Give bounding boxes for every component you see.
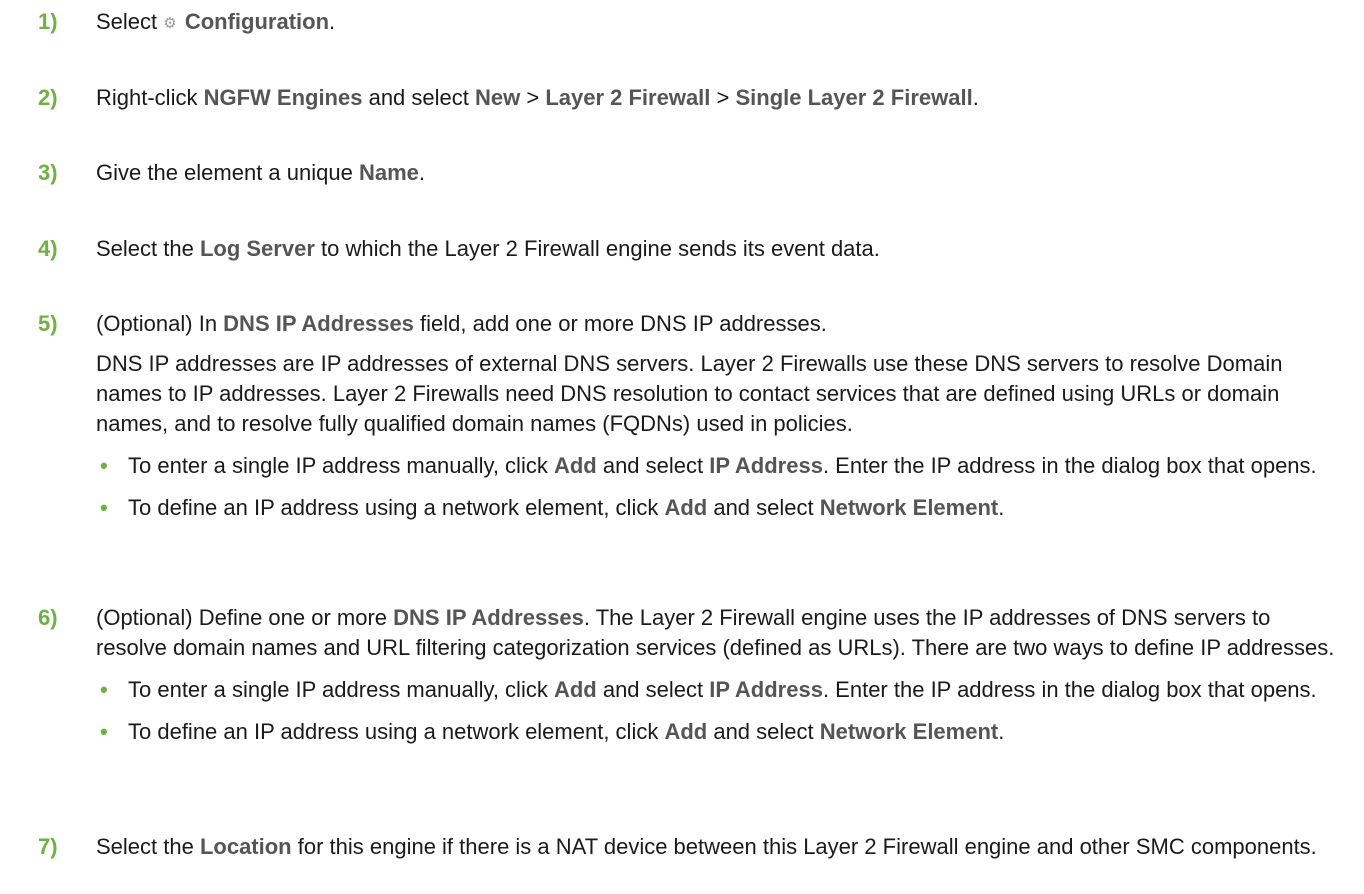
step-text-part: and select: [596, 453, 710, 478]
step-text-part: To enter a single IP address manually, c…: [128, 677, 554, 702]
gear-icon: ⚙: [163, 15, 177, 32]
step-text: Right-click NGFW Engines and select New …: [96, 83, 1340, 113]
bullet-item: • To enter a single IP address manually,…: [96, 675, 1340, 705]
step-text-part: .: [972, 85, 979, 110]
bullet-icon: •: [100, 677, 108, 702]
step-text-part: (Optional) In: [96, 311, 224, 336]
step-text: Select the Log Server to which the Layer…: [96, 234, 1340, 264]
ui-label-add: Add: [553, 453, 597, 478]
ui-label-location: Location: [199, 834, 292, 859]
step-text-part: .: [329, 9, 336, 34]
step-text: Select the Location for this engine if t…: [96, 832, 1340, 862]
ui-label-network-element: Network Element: [819, 719, 999, 744]
step-text-part: .: [998, 719, 1005, 744]
step-text-part: and select: [707, 495, 820, 520]
ui-label-single-layer-2-firewall: Single Layer 2 Firewall: [735, 85, 973, 110]
step-text-part: Select the: [96, 236, 200, 261]
procedure-page: 1) Select ⚙ Configuration. 2) Right-clic…: [0, 0, 1364, 894]
step-text-part: >: [520, 85, 546, 110]
step-text-part: To define an IP address using a network …: [128, 495, 665, 520]
ui-label-dns-ip-addresses: DNS IP Addresses: [393, 605, 584, 630]
step-text-part: and select: [707, 719, 820, 744]
step-text-part: . Enter the IP address in the dialog box…: [822, 453, 1317, 478]
bullet-item: • To enter a single IP address manually,…: [96, 451, 1340, 481]
step-text-part: >: [710, 85, 736, 110]
bullet-list: • To enter a single IP address manually,…: [96, 451, 1340, 523]
step-text-part: .: [418, 160, 425, 185]
step-text-part: To define an IP address using a network …: [128, 719, 665, 744]
step-description: DNS IP addresses are IP addresses of ext…: [96, 351, 1283, 436]
bullet-item: • To define an IP address using a networ…: [96, 493, 1340, 523]
bullet-icon: •: [100, 495, 108, 520]
step-text-part: . Enter the IP address in the dialog box…: [822, 677, 1317, 702]
step-text-part: Give the element a unique: [96, 160, 359, 185]
step-number: 5): [38, 311, 58, 336]
step-text: Select ⚙ Configuration.: [96, 7, 1340, 40]
step-text: (Optional) In DNS IP Addresses field, ad…: [96, 309, 1340, 535]
bullet-list: • To enter a single IP address manually,…: [96, 675, 1340, 747]
ui-label-configuration: Configuration: [184, 9, 330, 34]
step-number: 2): [38, 85, 58, 110]
step-text-part: .: [998, 495, 1005, 520]
bullet-icon: •: [100, 719, 108, 744]
step-text-part: (Optional) Define one or more: [96, 605, 394, 630]
step-text-part: and select: [362, 85, 475, 110]
ui-label-ngfw-engines: NGFW Engines: [203, 85, 363, 110]
ui-label-log-server: Log Server: [199, 236, 315, 261]
step-number: 7): [38, 834, 58, 859]
step-number: 3): [38, 160, 58, 185]
ui-label-new: New: [474, 85, 521, 110]
step-text-part: To enter a single IP address manually, c…: [128, 453, 554, 478]
ui-label-add: Add: [664, 719, 708, 744]
ui-label-add: Add: [664, 495, 708, 520]
step-text: Give the element a unique Name.: [96, 158, 1340, 188]
ui-label-ip-address: IP Address: [709, 453, 823, 478]
step-number: 6): [38, 605, 58, 630]
step-text-part: to which the Layer 2 Firewall engine sen…: [314, 236, 880, 261]
bullet-item: • To define an IP address using a networ…: [96, 717, 1340, 747]
ui-label-ip-address: IP Address: [709, 677, 823, 702]
step-number: 1): [38, 9, 58, 34]
step-text-part: field, add one or more DNS IP addresses.: [413, 311, 827, 336]
step-text: (Optional) Define one or more DNS IP Add…: [96, 603, 1340, 759]
ui-label-dns-ip-addresses: DNS IP Addresses: [223, 311, 414, 336]
step-text-part: for this engine if there is a NAT device…: [291, 834, 1317, 859]
step-text-part: Select the: [96, 834, 200, 859]
step-text-part: and select: [596, 677, 710, 702]
ui-label-name: Name: [358, 160, 419, 185]
step-text-part: Right-click: [96, 85, 204, 110]
ui-label-network-element: Network Element: [819, 495, 999, 520]
bullet-icon: •: [100, 453, 108, 478]
step-text-part: Select: [96, 9, 164, 34]
ui-label-layer-2-firewall: Layer 2 Firewall: [545, 85, 711, 110]
ui-label-add: Add: [553, 677, 597, 702]
step-number: 4): [38, 236, 58, 261]
